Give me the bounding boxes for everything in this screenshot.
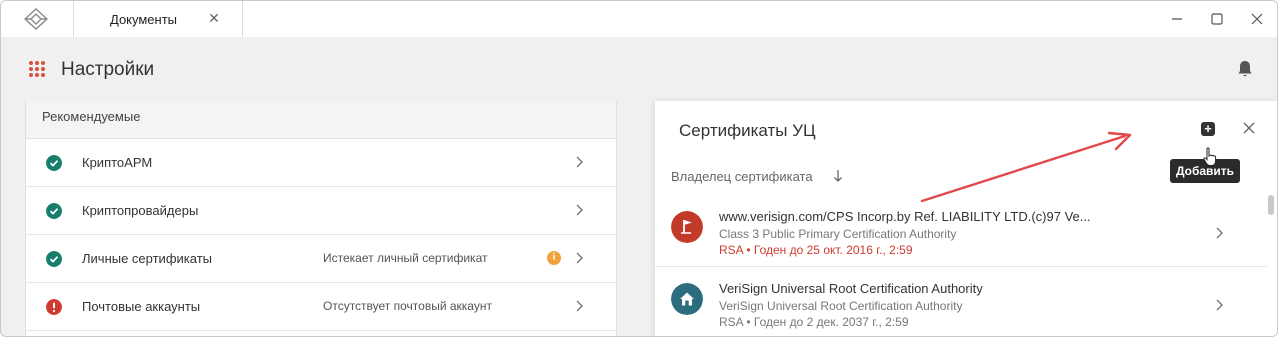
app-window: Документы ✕ Настройки Рекомендуемые Крип… [0,0,1278,337]
settings-item-mail-accounts[interactable]: Почтовые аккаунты Отсутствует почтовый а… [26,283,616,331]
arrow-down-icon[interactable] [833,169,843,183]
bell-icon[interactable] [1237,60,1253,78]
chevron-right-icon [576,252,583,264]
settings-item-personal-certs[interactable]: Личные сертификаты Истекает личный серти… [26,235,616,283]
certificate-title: www.verisign.com/CPS Incorp.by Ref. LIAB… [719,209,1091,224]
title-bar: Документы ✕ [1,1,1277,38]
panel-title: Сертификаты УЦ [679,121,816,140]
chevron-right-icon [576,300,583,312]
tab-close-icon[interactable]: ✕ [207,10,221,26]
certificate-row[interactable]: VeriSign Universal Root Certification Au… [655,269,1267,336]
settings-list: Рекомендуемые КриптоАРМ Криптопровайдеры [25,101,617,336]
check-circle-icon [46,203,62,219]
maximize-icon[interactable] [1207,9,1227,29]
minimize-icon[interactable] [1167,9,1187,29]
hand-cursor-icon [1203,147,1217,166]
check-circle-icon [46,155,62,171]
section-header: Рекомендуемые [26,101,616,139]
window-close-icon[interactable] [1247,9,1267,29]
page-header: Настройки [1,37,1277,101]
app-logo-icon [23,8,49,30]
check-circle-icon [46,251,62,267]
settings-item-label: Личные сертификаты [82,251,212,266]
tab-label: Документы [110,12,178,27]
scrollbar-thumb[interactable] [1268,195,1274,215]
certificate-subtitle: VeriSign Universal Root Certification Au… [719,299,963,313]
certificate-subtitle: Class 3 Public Primary Certification Aut… [719,227,957,241]
chevron-right-icon [1216,227,1223,239]
chevron-right-icon [1216,299,1223,311]
certificate-validity: RSA • Годен до 2 дек. 2037 г., 2:59 [719,315,909,329]
chevron-right-icon [576,156,583,168]
certificate-title: VeriSign Universal Root Certification Au… [719,281,983,296]
certificate-validity: RSA • Годен до 25 окт. 2016 г., 2:59 [719,243,913,257]
flag-icon [671,211,703,243]
close-icon[interactable] [1242,121,1256,135]
settings-item-cryptoarm[interactable]: КриптоАРМ [26,139,616,187]
settings-item-cryptoproviders[interactable]: Криптопровайдеры [26,187,616,235]
sort-column-header[interactable]: Владелец сертификата [671,169,813,184]
home-icon [671,283,703,315]
add-button[interactable]: + [1201,122,1215,136]
certificate-row[interactable]: www.verisign.com/CPS Incorp.by Ref. LIAB… [655,197,1267,267]
settings-item-label: Почтовые аккаунты [82,299,201,314]
page-title: Настройки [61,59,155,80]
settings-item-label: КриптоАРМ [82,155,153,170]
apps-grid-icon[interactable] [28,60,46,78]
tab-documents[interactable]: Документы ✕ [73,1,243,38]
ca-certificates-panel: Сертификаты УЦ + Владелец сертификата До… [655,101,1277,336]
info-warning-icon: i [547,251,561,265]
settings-item-note: Истекает личный сертификат [323,251,488,265]
settings-item-label: Криптопровайдеры [82,203,199,218]
settings-item-note: Отсутствует почтовый аккаунт [323,299,492,313]
chevron-right-icon [576,204,583,216]
error-circle-icon [46,299,62,315]
